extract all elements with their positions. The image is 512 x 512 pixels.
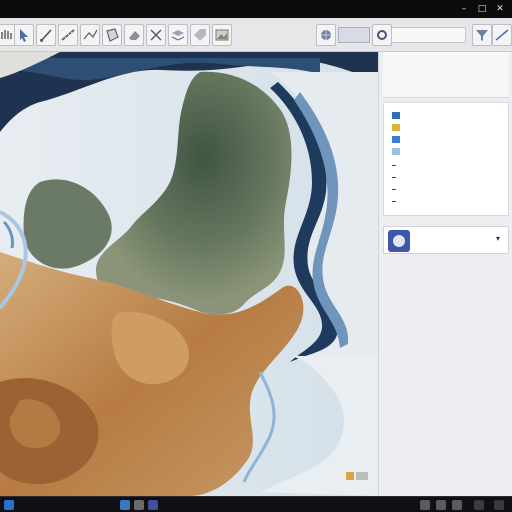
legend-line-symbol: [392, 177, 396, 178]
hand-icon: [1, 30, 12, 39]
select-tool-button[interactable]: [14, 24, 34, 46]
map-canvas[interactable]: [0, 52, 378, 496]
layers-icon: [171, 30, 185, 41]
ruler-icon: [61, 29, 75, 41]
layer-dropdown[interactable]: [338, 27, 370, 43]
app-icon[interactable]: [120, 500, 130, 510]
pencil-icon: [40, 29, 52, 42]
volume-icon[interactable]: [436, 500, 446, 510]
scale-indicator: [346, 472, 368, 480]
battery-icon[interactable]: [452, 500, 462, 510]
layers-panel: ▾: [378, 52, 512, 496]
legend-line-symbol: [392, 165, 396, 166]
legend-line-symbol: [392, 201, 396, 202]
taskbar: [0, 496, 512, 512]
start-icon[interactable]: [4, 500, 14, 510]
legend-swatch: [392, 136, 400, 143]
network-icon[interactable]: [420, 500, 430, 510]
minimize-button[interactable]: –: [458, 3, 470, 15]
notification-icon[interactable]: [494, 500, 504, 510]
layer-thumbnail: [388, 230, 410, 252]
legend-swatch: [392, 148, 400, 155]
legend-line-symbol: [392, 189, 396, 190]
diagonal-icon: [495, 29, 509, 41]
filter-icon: [476, 30, 488, 41]
globe-icon: [321, 30, 331, 40]
clock-icon[interactable]: [474, 500, 484, 510]
globe-icon: [393, 235, 405, 247]
tag-icon: [194, 29, 206, 41]
label-tool-button[interactable]: [190, 24, 210, 46]
eraser-icon: [129, 31, 140, 40]
maximize-button[interactable]: □: [476, 3, 488, 15]
export-tool-button[interactable]: [212, 24, 232, 46]
erase-tool-button[interactable]: [124, 24, 144, 46]
relief-map[interactable]: [0, 52, 378, 496]
settings-button[interactable]: [372, 24, 392, 46]
legend-swatch: [392, 112, 400, 119]
layer-card[interactable]: ▾: [383, 226, 509, 254]
legend: [383, 102, 509, 216]
close-button[interactable]: ✕: [494, 3, 506, 15]
polygon-icon: [106, 28, 119, 42]
draw-line-button[interactable]: [492, 24, 512, 46]
measure-tool-button[interactable]: [58, 24, 78, 46]
line-icon: [83, 29, 98, 40]
edit-tool-button[interactable]: [146, 24, 166, 46]
legend-swatch: [392, 124, 400, 131]
folder-icon[interactable]: [134, 500, 144, 510]
map-app-icon[interactable]: [148, 500, 158, 510]
chevron-down-icon[interactable]: ▾: [496, 234, 500, 243]
search-input[interactable]: [386, 27, 466, 43]
layers-tool-button[interactable]: [168, 24, 188, 46]
filter-button[interactable]: [472, 24, 492, 46]
toolbar: [0, 18, 512, 52]
line-tool-button[interactable]: [80, 24, 100, 46]
cursor-icon: [20, 29, 28, 42]
image-icon: [215, 29, 229, 41]
title-bar: – □ ✕: [0, 0, 512, 18]
panel-header: [383, 52, 509, 98]
gear-icon: [377, 30, 387, 40]
vertex-edit-icon: [150, 29, 162, 41]
polygon-tool-button[interactable]: [102, 24, 122, 46]
zoom-extent-button[interactable]: [316, 24, 336, 46]
draw-tool-button[interactable]: [36, 24, 56, 46]
